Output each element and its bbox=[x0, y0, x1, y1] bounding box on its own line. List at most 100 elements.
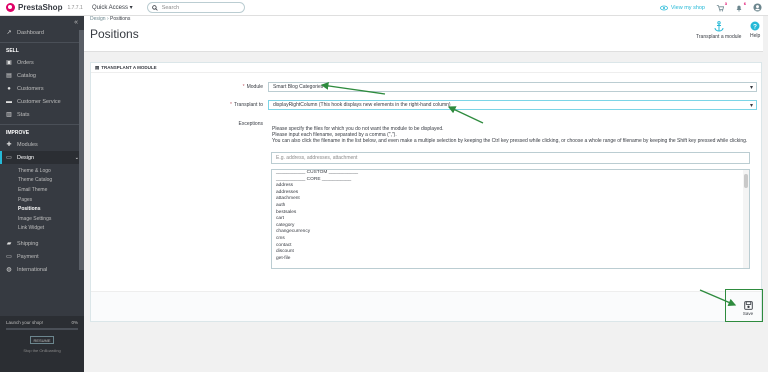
transplant-panel: ▤ TRANSPLANT A MODULE * Module Smart Blog… bbox=[90, 62, 762, 322]
quick-access-menu[interactable]: Quick Access ▾ bbox=[92, 4, 133, 11]
sidebar-scrollbar[interactable] bbox=[79, 30, 84, 270]
orders-notification[interactable]: 3 bbox=[715, 1, 727, 12]
select-caret-icon: ▾ bbox=[749, 103, 753, 109]
list-item[interactable]: changecurrency bbox=[272, 229, 749, 236]
transplant-label: * Transplant to bbox=[191, 102, 263, 108]
exceptions-input[interactable]: E.g. address, addresses, attachment bbox=[271, 152, 750, 164]
view-shop-label: View my shop bbox=[670, 4, 705, 11]
module-select[interactable]: Smart Blog Categories ▾ bbox=[268, 82, 757, 92]
prestashop-logo-icon bbox=[6, 3, 15, 12]
panel-heading: ▤ TRANSPLANT A MODULE bbox=[91, 63, 761, 73]
breadcrumb: Design › Positions bbox=[90, 16, 130, 22]
list-item[interactable]: bestsales bbox=[272, 210, 749, 217]
logo-text: PrestaShop bbox=[18, 3, 63, 12]
sidebar-subitem-theme-catalog[interactable]: Theme Catalog bbox=[0, 176, 84, 186]
stop-onboarding-link[interactable]: Stop the OnBoarding bbox=[0, 348, 84, 353]
sidebar-item-modules[interactable]: ✚ Modules bbox=[0, 138, 84, 151]
sidebar-item-design[interactable]: ▭ Design ⌄ bbox=[0, 151, 84, 164]
top-right-actions: View my shop 3 6 bbox=[659, 1, 768, 12]
sidebar-item-label: Shipping bbox=[17, 240, 39, 247]
brand[interactable]: PrestaShop 1.7.7.1 bbox=[0, 3, 84, 12]
sidebar-item-label: International bbox=[17, 266, 48, 273]
list-item[interactable]: get-file bbox=[272, 256, 749, 263]
account-icon: ● bbox=[7, 85, 11, 92]
svg-text:?: ? bbox=[753, 23, 757, 30]
sidebar-item-stats[interactable]: ▥ Stats bbox=[0, 108, 84, 121]
globe-icon: ◍ bbox=[6, 267, 12, 274]
sidebar-subitem-positions[interactable]: Positions bbox=[0, 204, 84, 214]
sidebar-subitem-theme-logo[interactable]: Theme & Logo bbox=[0, 166, 84, 176]
search-icon bbox=[151, 4, 158, 11]
sidebar-subitem-email-theme[interactable]: Email Theme bbox=[0, 185, 84, 195]
view-shop-link[interactable]: View my shop bbox=[659, 4, 705, 11]
sidebar-item-catalog[interactable]: ▤ Catalog bbox=[0, 69, 84, 82]
credit-card-icon: ▭ bbox=[6, 254, 12, 261]
sidebar-item-label: Stats bbox=[17, 111, 30, 118]
help-label: Help bbox=[750, 33, 761, 39]
sidebar-item-label: Customers bbox=[17, 85, 44, 92]
customers-notification[interactable]: 6 bbox=[734, 1, 746, 12]
sidebar-item-international[interactable]: ◍ International bbox=[0, 263, 84, 276]
sidebar-item-customer-service[interactable]: ▬ Customer Service bbox=[0, 95, 84, 108]
list-item[interactable]: auth bbox=[272, 203, 749, 210]
list-item[interactable]: attachment bbox=[272, 196, 749, 203]
exceptions-label: Exceptions bbox=[238, 121, 263, 127]
search-placeholder: Search bbox=[161, 4, 180, 11]
sidebar-item-dashboard[interactable]: ↗ Dashboard bbox=[0, 26, 84, 39]
list-item[interactable]: contact bbox=[272, 243, 749, 250]
list-item[interactable]: cms bbox=[272, 236, 749, 243]
onboarding-panel: Launch your shop! 0% RESUME Stop the OnB… bbox=[0, 316, 84, 372]
resume-button[interactable]: RESUME bbox=[30, 336, 54, 344]
breadcrumb-current: Positions bbox=[110, 16, 131, 22]
help-button[interactable]: ? Help bbox=[750, 21, 760, 39]
required-mark: * bbox=[242, 84, 245, 90]
breadcrumb-parent[interactable]: Design bbox=[90, 16, 106, 22]
sidebar-item-shipping[interactable]: ▰ Shipping bbox=[0, 237, 84, 250]
list-item[interactable]: discount bbox=[272, 249, 749, 256]
list-item[interactable]: address bbox=[272, 183, 749, 190]
page-scrollbar[interactable] bbox=[763, 16, 768, 372]
sidebar-subitem-link-widget[interactable]: Link Widget bbox=[0, 224, 84, 234]
sidebar-item-label: Orders bbox=[17, 59, 34, 66]
sidebar-subitem-image-settings[interactable]: Image Settings bbox=[0, 214, 84, 224]
page-header: Design › Positions Positions Transplant … bbox=[84, 16, 768, 52]
sidebar-section-improve: IMPROVE bbox=[6, 130, 30, 136]
search-input[interactable]: Search bbox=[146, 2, 245, 13]
list-scrollbar[interactable] bbox=[743, 170, 749, 268]
module-label-text: Module bbox=[246, 84, 263, 90]
collapse-sidebar-icon[interactable]: « bbox=[74, 19, 78, 26]
list-item[interactable]: category bbox=[272, 223, 749, 230]
save-highlight-box bbox=[725, 289, 763, 322]
panel-heading-icon: ▤ bbox=[95, 64, 100, 70]
bell-icon bbox=[736, 5, 741, 12]
list-scroll-thumb[interactable] bbox=[744, 174, 748, 188]
anchor-icon bbox=[714, 21, 724, 32]
required-mark: * bbox=[230, 102, 232, 108]
list-item[interactable]: ___________ CUSTOM ___________ bbox=[272, 170, 749, 177]
panel-title: TRANSPLANT A MODULE bbox=[101, 65, 157, 70]
sidebar-item-label: Design bbox=[17, 154, 35, 161]
hook-select[interactable]: displayRightColumn (This hook displays n… bbox=[268, 100, 757, 110]
trending-up-icon: ↗ bbox=[6, 30, 12, 36]
sidebar-item-label: Customer Service bbox=[17, 98, 61, 105]
list-item[interactable]: addresses bbox=[272, 190, 749, 197]
employee-menu[interactable] bbox=[753, 3, 762, 12]
sidebar-subitem-pages[interactable]: Pages bbox=[0, 195, 84, 205]
sidebar-item-payment[interactable]: ▭ Payment bbox=[0, 250, 84, 263]
hook-select-value: displayRightColumn (This hook displays n… bbox=[273, 102, 451, 108]
transplant-label-text: Transplant to bbox=[234, 102, 263, 108]
exceptions-file-list[interactable]: ___________ CUSTOM ___________ _________… bbox=[271, 169, 750, 269]
module-select-value: Smart Blog Categories bbox=[273, 84, 324, 90]
store-icon: ▤ bbox=[6, 73, 12, 79]
divider bbox=[0, 42, 84, 43]
transplant-module-button[interactable]: Transplant a module bbox=[696, 21, 741, 40]
page-title: Positions bbox=[90, 27, 139, 41]
version-label: 1.7.7.1 bbox=[67, 4, 83, 11]
sidebar-item-customers[interactable]: ● Customers bbox=[0, 82, 84, 95]
sidebar-item-orders[interactable]: ▣ Orders bbox=[0, 56, 84, 69]
list-item[interactable]: cart bbox=[272, 216, 749, 223]
sidebar-item-label: Payment bbox=[17, 253, 39, 260]
orders-badge: 3 bbox=[724, 1, 727, 6]
transplant-module-label: Transplant a module bbox=[696, 34, 742, 40]
list-item[interactable]: ___________ CORE ___________ bbox=[272, 177, 749, 184]
